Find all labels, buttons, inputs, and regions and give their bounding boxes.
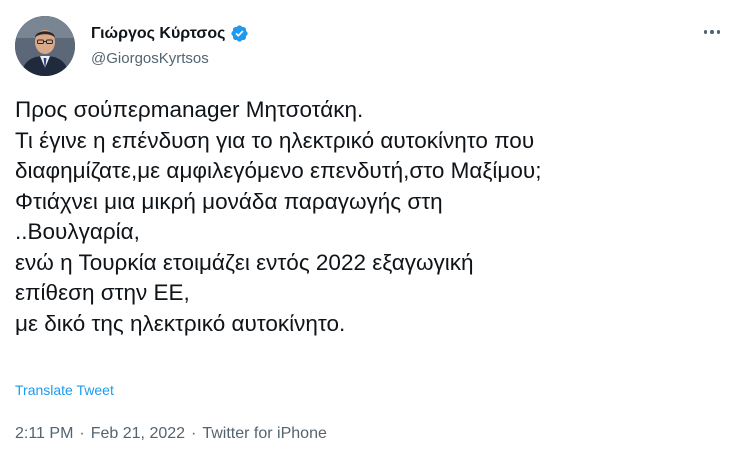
tweet-meta: 2:11 PM · Feb 21, 2022 · Twitter for iPhone bbox=[15, 425, 327, 443]
tweet-source[interactable]: Twitter for iPhone bbox=[202, 425, 327, 442]
avatar-image bbox=[15, 16, 75, 76]
tweet-text-line: ..Βουλγαρία, bbox=[15, 219, 140, 244]
tweet-text-line: διαφημίζατε,με αμφιλεγόμενο επενδυτή,στο… bbox=[15, 158, 542, 183]
author-name-row: Γιώργος Κύρτσος bbox=[91, 24, 249, 43]
more-dot bbox=[703, 30, 708, 34]
tweet-card: Γιώργος Κύρτσος @GiorgosKyrtsos Προς σού… bbox=[0, 0, 752, 467]
more-dot bbox=[710, 30, 714, 34]
verified-badge-icon bbox=[230, 24, 249, 43]
translate-tweet-link[interactable]: Translate Tweet bbox=[15, 382, 114, 398]
author-handle[interactable]: @GiorgosKyrtsos bbox=[91, 50, 209, 67]
more-dot bbox=[716, 30, 721, 34]
avatar[interactable] bbox=[15, 16, 75, 76]
tweet-text-line: επίθεση στην ΕΕ, bbox=[15, 280, 190, 305]
tweet-text-line: ενώ η Τουρκία ετοιμάζει εντός 2022 εξαγω… bbox=[15, 249, 474, 275]
tweet-text-line: Τι έγινε η επένδυση για το ηλεκτρικό αυτ… bbox=[15, 127, 535, 153]
tweet-text: Προς σούπερmanager Μητσοτάκη. Τι έγινε η… bbox=[15, 95, 740, 339]
tweet-text-line: Προς σούπερmanager Μητσοτάκη. bbox=[15, 97, 364, 122]
meta-separator: · bbox=[79, 425, 85, 442]
more-options-icon[interactable] bbox=[700, 22, 724, 42]
tweet-text-line: Φτιάχνει μια μικρή μονάδα παραγωγής στη bbox=[15, 188, 443, 214]
tweet-date[interactable]: Feb 21, 2022 bbox=[91, 425, 185, 442]
author-display-name[interactable]: Γιώργος Κύρτσος bbox=[91, 25, 225, 43]
meta-separator: · bbox=[191, 425, 197, 442]
tweet-text-line: με δικό της ηλεκτρικό αυτοκίνητο. bbox=[15, 310, 346, 336]
tweet-time[interactable]: 2:11 PM bbox=[15, 425, 73, 442]
